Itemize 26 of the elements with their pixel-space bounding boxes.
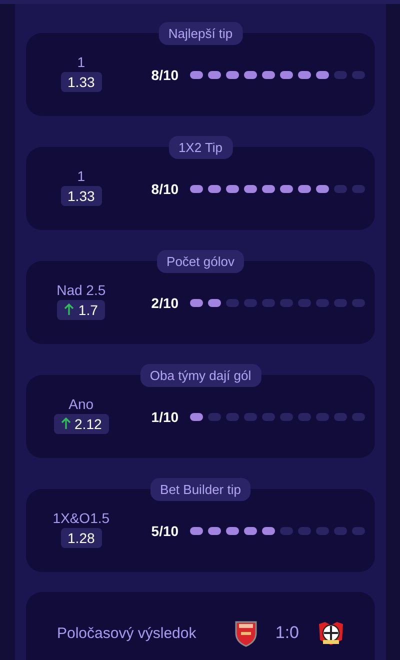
odds-value: 1.33 bbox=[68, 188, 95, 204]
odds-value: 1.33 bbox=[68, 74, 95, 90]
tip-category-label: Bet Builder tip bbox=[150, 478, 251, 501]
up-arrow-icon bbox=[60, 417, 71, 430]
tip-category-label: Najlepší tip bbox=[158, 22, 243, 45]
confidence-score: 8/10 bbox=[151, 66, 180, 82]
confidence-score: 5/10 bbox=[151, 522, 180, 538]
confidence-score: 8/10 bbox=[151, 180, 180, 196]
tip-pick: 1 bbox=[77, 54, 86, 70]
tip-pick: 1X&O1.5 bbox=[52, 510, 110, 526]
odds-value: 2.12 bbox=[74, 416, 102, 432]
up-arrow-icon bbox=[64, 303, 74, 316]
tip-pick: Nad 2.5 bbox=[56, 282, 106, 298]
halftime-label: Poločasový výsledok bbox=[57, 624, 196, 642]
tip-pick: 1 bbox=[77, 168, 86, 184]
tip-pick: Ano bbox=[68, 396, 94, 412]
odds-value: 1.7 bbox=[78, 302, 98, 318]
shield-icon bbox=[235, 620, 258, 646]
tip-category-label: 1X2 Tip bbox=[168, 136, 233, 159]
tip-category-label: Počet gólov bbox=[156, 250, 244, 273]
confidence-score: 2/10 bbox=[151, 294, 180, 310]
confidence-score: 1/10 bbox=[151, 408, 180, 424]
halftime-score: 1:0 bbox=[275, 623, 299, 643]
crest-icon bbox=[317, 620, 345, 646]
tip-category-label: Oba týmy dají gól bbox=[140, 364, 262, 387]
odds-value: 1.28 bbox=[68, 530, 95, 546]
